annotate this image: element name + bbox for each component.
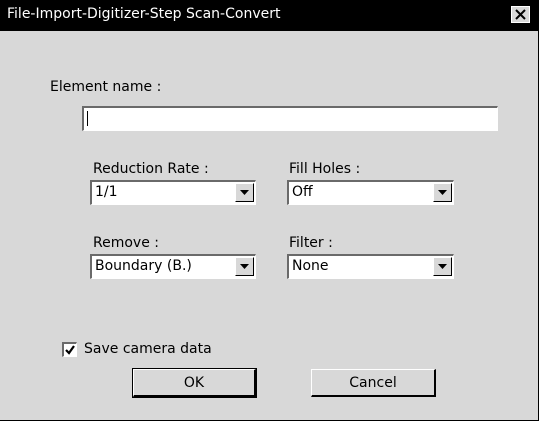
- reduction-rate-dropdown-button[interactable]: [235, 183, 254, 202]
- save-camera-label[interactable]: Save camera data: [84, 341, 212, 357]
- reduction-rate-select[interactable]: 1/1: [90, 180, 256, 205]
- checkmark-icon: [65, 345, 75, 355]
- fill-holes-select[interactable]: Off: [287, 180, 454, 205]
- filter-value: None: [292, 258, 329, 274]
- chevron-down-icon: [240, 190, 249, 195]
- filter-dropdown-button[interactable]: [433, 257, 452, 276]
- close-button[interactable]: [511, 6, 530, 23]
- remove-dropdown-button[interactable]: [235, 257, 254, 276]
- chevron-down-icon: [438, 190, 447, 195]
- text-caret: [87, 111, 88, 126]
- element-name-label: Element name :: [50, 79, 162, 95]
- fill-holes-label: Fill Holes :: [289, 161, 361, 177]
- save-camera-checkbox[interactable]: [62, 342, 77, 357]
- window-title: File-Import-Digitizer-Step Scan-Convert: [7, 6, 281, 22]
- title-bar[interactable]: File-Import-Digitizer-Step Scan-Convert: [0, 0, 538, 31]
- remove-label: Remove :: [93, 235, 159, 251]
- reduction-rate-label: Reduction Rate :: [93, 161, 209, 177]
- fill-holes-dropdown-button[interactable]: [433, 183, 452, 202]
- cancel-button[interactable]: Cancel: [311, 369, 436, 397]
- fill-holes-value: Off: [292, 184, 313, 200]
- chevron-down-icon: [438, 264, 447, 269]
- remove-select[interactable]: Boundary (B.): [90, 254, 256, 279]
- scan-convert-dialog: File-Import-Digitizer-Step Scan-Convert …: [0, 0, 539, 421]
- remove-value: Boundary (B.): [95, 258, 192, 274]
- cancel-button-label: Cancel: [349, 374, 397, 391]
- filter-label: Filter :: [289, 235, 333, 251]
- close-x-icon: [515, 9, 526, 20]
- element-name-input[interactable]: [82, 106, 498, 131]
- filter-select[interactable]: None: [287, 254, 454, 279]
- chevron-down-icon: [240, 264, 249, 269]
- ok-button-label: OK: [183, 374, 205, 391]
- reduction-rate-value: 1/1: [95, 184, 118, 200]
- ok-button[interactable]: OK: [132, 368, 257, 398]
